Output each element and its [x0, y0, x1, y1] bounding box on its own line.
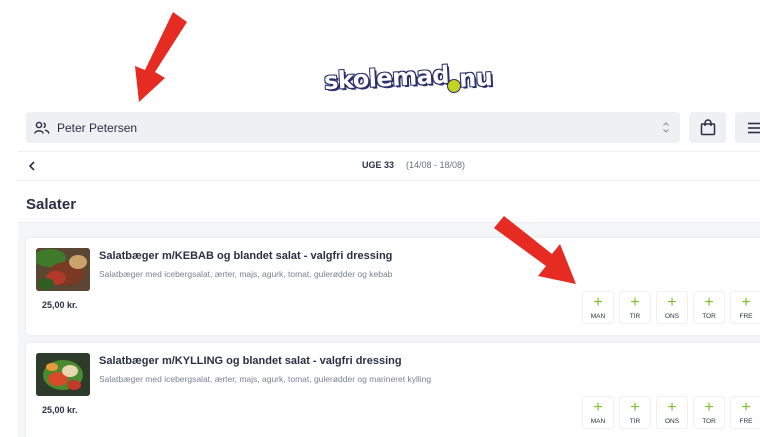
product-card: 25,00 kr. Salatbæger m/KYLLING og blande… [26, 343, 760, 437]
plus-icon: + [667, 398, 677, 416]
logo-text-skolemad: skolemad [323, 60, 451, 96]
add-wednesday-button[interactable]: + ONS [656, 291, 688, 324]
product-image[interactable] [36, 248, 90, 291]
plus-icon: + [741, 398, 751, 416]
add-friday-button[interactable]: + FRE [730, 291, 760, 324]
product-price: 25,00 kr. [42, 300, 78, 310]
page: skolemad nu Peter Petersen UGE 33 (14/08… [0, 0, 760, 437]
skolemad-logo[interactable]: skolemad nu [323, 60, 494, 96]
week-date-range: (14/08 - 18/08) [406, 160, 466, 170]
annotation-arrow-top-icon [135, 12, 187, 102]
product-title[interactable]: Salatbæger m/KYLLING og blandet salat - … [99, 355, 402, 367]
product-image[interactable] [36, 353, 90, 396]
shopping-bag-icon [700, 119, 715, 136]
category-title: Salater [26, 196, 77, 213]
plus-icon: + [630, 398, 640, 416]
plus-icon: + [630, 293, 640, 311]
user-select[interactable]: Peter Petersen [26, 112, 680, 143]
add-tuesday-button[interactable]: + TIR [619, 396, 651, 429]
plus-icon: + [741, 293, 751, 311]
add-thursday-button[interactable]: + TOR [693, 291, 725, 324]
week-navigation: UGE 33 (14/08 - 18/08) [18, 151, 760, 181]
logo-text-nu: nu [458, 62, 494, 93]
add-wednesday-button[interactable]: + ONS [656, 396, 688, 429]
plus-icon: + [593, 398, 603, 416]
add-tuesday-button[interactable]: + TIR [619, 291, 651, 324]
menu-button[interactable] [735, 112, 760, 143]
plus-icon: + [593, 293, 603, 311]
product-description: Salatbæger med icebergsalat, ærter, majs… [99, 374, 432, 384]
previous-week-chevron-icon[interactable] [26, 159, 38, 173]
hamburger-menu-icon [748, 122, 760, 133]
add-monday-button[interactable]: + MAN [582, 291, 614, 324]
add-friday-button[interactable]: + FRE [730, 396, 760, 429]
product-price: 25,00 kr. [42, 405, 78, 415]
day-selector: + MAN + TIR + ONS + TOR + FRE [582, 396, 760, 429]
week-number: UGE 33 [362, 160, 395, 170]
plus-icon: + [704, 398, 714, 416]
plus-icon: + [667, 293, 677, 311]
users-icon [34, 121, 50, 134]
product-card: 25,00 kr. Salatbæger m/KEBAB og blandet … [26, 238, 760, 335]
product-description: Salatbæger med icebergsalat, ærter, majs… [99, 269, 393, 279]
day-selector: + MAN + TIR + ONS + TOR + FRE [582, 291, 760, 324]
user-name: Peter Petersen [57, 120, 138, 135]
add-thursday-button[interactable]: + TOR [693, 396, 725, 429]
add-monday-button[interactable]: + MAN [582, 396, 614, 429]
plus-icon: + [704, 293, 714, 311]
product-title[interactable]: Salatbæger m/KEBAB og blandet salat - va… [99, 250, 392, 262]
select-sort-icon [663, 122, 669, 133]
cart-button[interactable] [689, 112, 726, 143]
